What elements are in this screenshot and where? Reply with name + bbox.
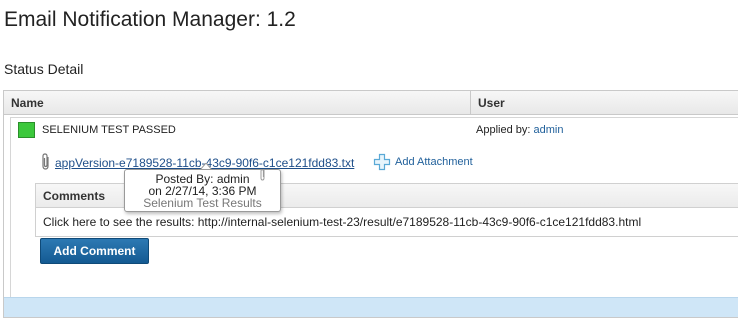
column-header-name[interactable]: Name — [11, 96, 44, 110]
applied-by-user-link[interactable]: admin — [534, 124, 564, 136]
comments-title: Comments — [43, 189, 106, 203]
status-detail-panel: Name User SELENIUM TEST PASSED Applied b… — [3, 90, 738, 318]
panel-header: Name User — [4, 91, 738, 115]
add-comment-button[interactable]: Add Comment — [40, 238, 149, 264]
applied-by: Applied by: admin — [476, 124, 563, 136]
tooltip-paperclip-icon — [260, 169, 265, 181]
column-divider — [470, 91, 471, 115]
add-attachment-link[interactable]: Add Attachment — [395, 156, 473, 168]
column-header-user[interactable]: User — [478, 96, 505, 110]
status-text: SELENIUM TEST PASSED — [42, 124, 176, 136]
applied-by-label: Applied by: — [476, 124, 531, 136]
page-title: Email Notification Manager: 1.2 — [4, 8, 296, 31]
plus-icon[interactable] — [373, 153, 391, 171]
paperclip-icon — [42, 153, 49, 170]
status-color-indicator — [18, 122, 35, 138]
section-title: Status Detail — [4, 61, 84, 77]
tooltip-subject: Selenium Test Results — [143, 196, 262, 210]
comment-text[interactable]: Click here to see the results: http://in… — [43, 215, 641, 229]
panel-footer — [4, 297, 738, 317]
